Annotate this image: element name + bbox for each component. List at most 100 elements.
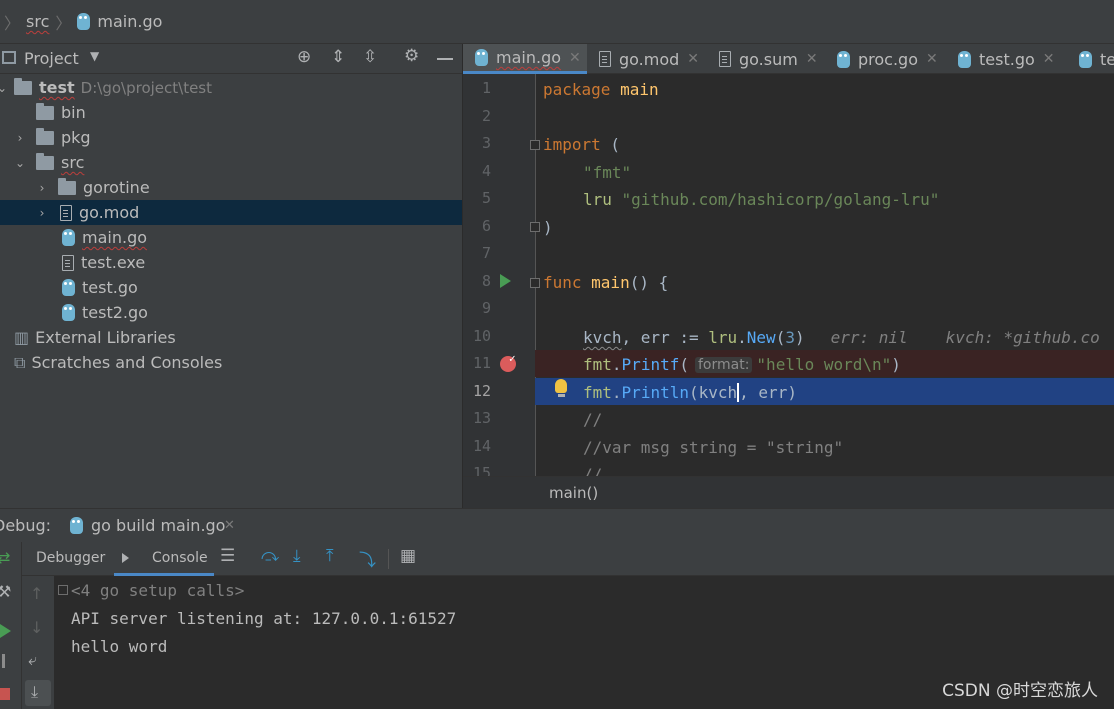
code-line-1[interactable]: package main — [535, 76, 1114, 103]
tab-debugger[interactable]: Debugger — [36, 550, 105, 566]
chevron-down-icon[interactable]: ⌄ — [0, 81, 8, 95]
step-into-icon[interactable]: ⤓ — [293, 546, 301, 566]
code-line-5[interactable]: lru "github.com/hashicorp/golang-lru" — [535, 186, 1114, 213]
code-line-11[interactable]: fmt. Printf(format: "hello word\n") — [535, 351, 1114, 378]
debug-label: Debug: — [0, 516, 52, 535]
console-line: hello word — [71, 637, 168, 656]
go-file-icon — [62, 279, 75, 296]
code-line-13[interactable]: // — [535, 406, 1114, 433]
code-line-4[interactable]: "fmt" — [535, 159, 1114, 186]
evaluate-icon[interactable]: ▦ — [400, 546, 416, 566]
soft-wrap-icon[interactable]: ⤶ — [28, 650, 37, 670]
editor-tabs: main.go ✕ go.mod ✕ go.sum ✕ proc.go ✕ te… — [463, 44, 1114, 74]
line-number: 2 — [481, 107, 491, 125]
import-alias: lru — [583, 190, 612, 209]
chevron-right-icon[interactable]: › — [36, 206, 48, 220]
step-over-icon[interactable]: ⤼ — [261, 546, 279, 566]
project-view-title[interactable]: Project — [24, 49, 79, 68]
run-to-cursor-icon[interactable]: ⤵ — [359, 546, 376, 571]
tree-item-external-libraries[interactable]: ▥ External Libraries — [0, 325, 462, 350]
punctuation: ( — [600, 135, 621, 154]
tab-truncated[interactable]: tes — [1067, 44, 1114, 74]
step-out-icon[interactable]: ⤒ — [326, 546, 334, 566]
tree-item-src[interactable]: ⌄ src — [0, 150, 462, 175]
tree-item-label: go.mod — [79, 203, 140, 222]
code-line-12[interactable]: fmt. Println(kvch, err) — [535, 379, 1114, 406]
locate-icon[interactable]: ⊕ — [297, 47, 311, 67]
variable-at-caret: kvch — [698, 383, 740, 402]
function-breadcrumb[interactable]: main() — [549, 484, 598, 502]
arrow-down-icon[interactable]: ↓ — [30, 618, 43, 637]
folder-icon — [36, 127, 54, 145]
tree-item-main-go[interactable]: main.go — [0, 225, 462, 250]
code-line-15[interactable]: // — [535, 461, 1114, 476]
run-icon[interactable] — [500, 274, 511, 288]
checkmark-icon: ✓ — [509, 352, 516, 365]
tab-go-sum[interactable]: go.sum ✕ — [707, 44, 825, 74]
go-file-icon — [837, 50, 850, 68]
tree-item-test2-go[interactable]: test2.go — [0, 300, 462, 325]
tab-proc-go[interactable]: proc.go ✕ — [825, 44, 946, 74]
code-line-8[interactable]: func main() { — [535, 269, 1114, 296]
tree-item-pkg[interactable]: › pkg — [0, 125, 462, 150]
rerun-icon[interactable]: ⇄ — [0, 548, 10, 567]
wrench-icon[interactable]: ⚒ — [0, 582, 11, 601]
tree-item-go-mod[interactable]: › go.mod — [0, 200, 462, 225]
chevron-right-icon[interactable]: › — [14, 131, 26, 145]
tab-go-mod[interactable]: go.mod ✕ — [587, 44, 707, 74]
folder-icon — [36, 102, 54, 120]
folder-icon — [58, 177, 76, 195]
chevron-down-icon[interactable]: ⌄ — [14, 156, 26, 170]
tree-item-label: gorotine — [83, 178, 150, 197]
tab-console[interactable]: Console — [114, 542, 214, 576]
go-file-icon — [475, 49, 488, 66]
close-icon[interactable]: ✕ — [687, 51, 699, 67]
code-line-3[interactable]: import ( — [535, 131, 1114, 158]
resume-icon[interactable] — [0, 624, 11, 638]
line-number: 1 — [481, 79, 491, 97]
close-icon[interactable]: ✕ — [806, 51, 818, 67]
tree-item-bin[interactable]: bin — [0, 100, 462, 125]
code-line-10[interactable]: kvch, err := lru. New(3) err: nil kvch: *gi… — [535, 324, 1114, 351]
punctuation: ) — [891, 355, 901, 374]
code-editor[interactable]: 1 2 3 4 5 6 7 8 9 10 11 12 13 14 15 ✓ pa… — [463, 74, 1114, 476]
punctuation: ) — [543, 218, 553, 237]
debug-inline-value: kvch: *github.co — [945, 328, 1100, 347]
breadcrumb-src[interactable]: src — [26, 12, 49, 31]
menu-icon[interactable]: ☰ — [220, 546, 235, 566]
tree-item-gorotine[interactable]: › gorotine — [0, 175, 462, 200]
chevron-right-icon[interactable]: › — [36, 181, 48, 195]
close-icon[interactable]: ✕ — [926, 51, 938, 67]
close-icon[interactable]: ✕ — [224, 518, 235, 533]
go-file-icon — [62, 229, 75, 246]
tree-item-label: test — [39, 78, 75, 97]
run-config-tab[interactable]: go build main.go — [91, 516, 225, 535]
keyword: func — [543, 273, 582, 292]
identifier: main — [610, 80, 659, 99]
code-line-6[interactable]: ) — [535, 214, 1114, 241]
collapse-all-icon[interactable]: ⇳ — [363, 47, 377, 67]
expand-icon[interactable] — [58, 585, 68, 595]
pause-icon[interactable] — [2, 654, 5, 668]
function-call: Println — [621, 383, 689, 402]
tree-item-test[interactable]: ⌄ test D:\go\project\test — [0, 75, 462, 100]
breadcrumb-file[interactable]: main.go — [97, 12, 162, 31]
minimize-icon[interactable] — [437, 58, 453, 60]
tree-item-test-go[interactable]: test.go — [0, 275, 462, 300]
dropdown-arrow-icon[interactable]: ▼ — [90, 49, 99, 63]
arrow-up-icon[interactable]: ↑ — [30, 584, 43, 603]
tab-main-go[interactable]: main.go ✕ — [463, 44, 587, 74]
code-line-14[interactable]: //var msg string = "string" — [535, 434, 1114, 461]
gear-icon[interactable]: ⚙ — [404, 46, 419, 66]
tree-item-scratches[interactable]: ⧉ Scratches and Consoles — [0, 350, 462, 375]
line-number: 5 — [481, 189, 491, 207]
stop-icon[interactable] — [0, 688, 10, 700]
tree-item-test-exe[interactable]: test.exe — [0, 250, 462, 275]
go-file-icon — [70, 517, 83, 534]
close-icon[interactable]: ✕ — [1043, 51, 1055, 67]
close-icon[interactable]: ✕ — [569, 50, 581, 66]
expand-all-icon[interactable]: ⇕ — [331, 47, 345, 67]
tab-test-go[interactable]: test.go ✕ — [946, 44, 1067, 74]
string-literal: "github.com/hashicorp/golang-lru" — [611, 190, 940, 209]
tab-label: test.go — [979, 49, 1035, 69]
